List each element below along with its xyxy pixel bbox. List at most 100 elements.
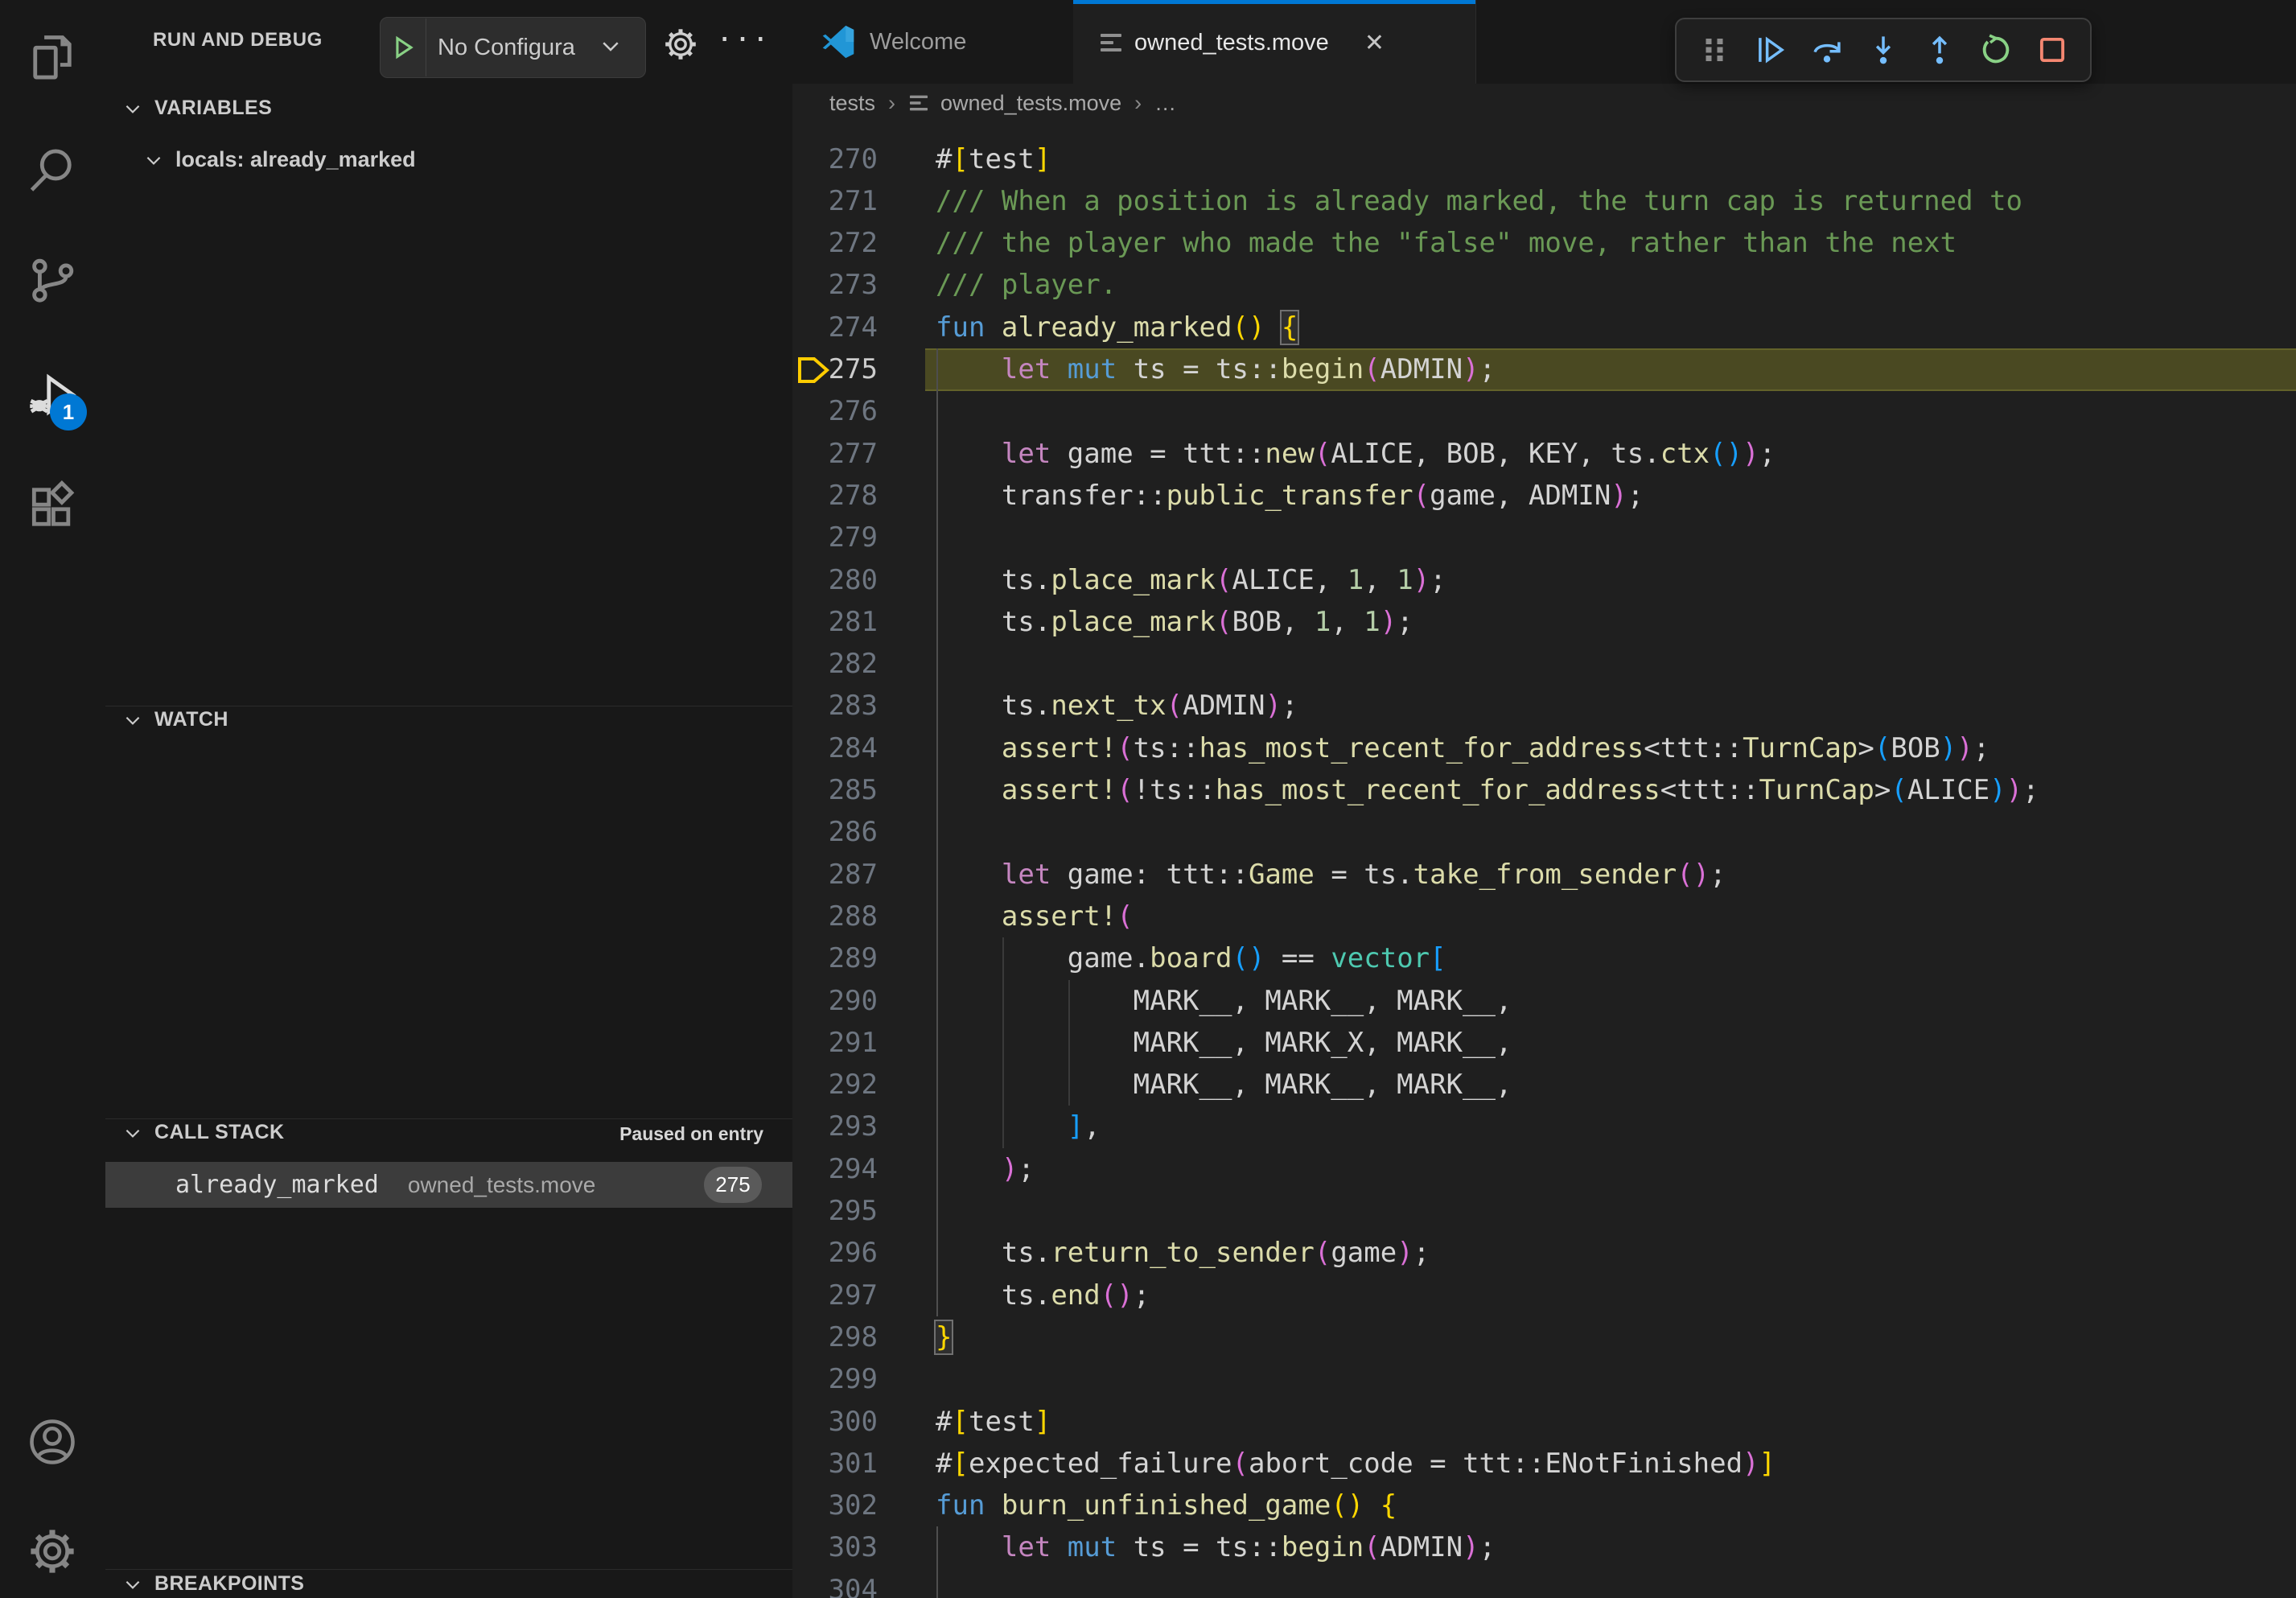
line-number[interactable]: 285 [792,769,891,811]
chevron-down-icon [122,710,143,731]
line-number[interactable]: 284 [792,727,891,769]
code-line: #[test] [936,138,1051,180]
variables-scope-locals[interactable]: locals: already_marked [143,147,416,172]
line-number[interactable]: 287 [792,854,891,896]
line-number[interactable]: 290 [792,980,891,1022]
line-number[interactable]: 297 [792,1275,891,1316]
line-number[interactable]: 303 [792,1526,891,1568]
settings-gear-icon[interactable] [25,1524,80,1579]
move-file-icon [910,96,928,111]
account-icon[interactable] [25,1415,80,1469]
code-line: MARK__, MARK__, MARK__, [936,980,1512,1022]
frame-file: owned_tests.move [408,1172,595,1198]
source-control-icon[interactable] [25,253,80,307]
step-out-icon[interactable] [1921,31,1958,68]
code-line: ts.next_tx(ADMIN); [936,685,1298,727]
code-line: transfer::public_transfer(game, ADMIN); [936,475,1644,517]
line-number[interactable]: 270 [792,138,891,180]
breadcrumb-folder[interactable]: tests [829,91,875,116]
search-icon[interactable] [25,143,80,198]
divider [105,1569,792,1570]
line-number[interactable]: 299 [792,1358,891,1400]
line-number[interactable]: 301 [792,1443,891,1485]
step-into-icon[interactable] [1865,31,1902,68]
line-number[interactable]: 298 [792,1316,891,1358]
close-icon[interactable]: ✕ [1364,29,1385,57]
line-number[interactable]: 289 [792,937,891,979]
line-number[interactable]: 304 [792,1569,891,1598]
line-number[interactable]: 286 [792,811,891,853]
line-number[interactable]: 279 [792,517,891,558]
frame-function: already_marked [175,1171,379,1199]
chevron-down-icon [122,1574,143,1595]
breadcrumb-file[interactable]: owned_tests.move [940,91,1121,116]
section-variables[interactable]: VARIABLES [122,97,272,120]
stop-icon[interactable] [2034,31,2071,68]
code-line: MARK__, MARK__, MARK__, [936,1064,1512,1106]
line-number[interactable]: 278 [792,475,891,517]
code-line: let mut ts = ts::begin(ADMIN); [936,1526,1496,1568]
more-actions-icon[interactable]: ··· [718,14,772,58]
divider [105,1118,792,1119]
line-number[interactable]: 273 [792,264,891,306]
debug-config-dropdown[interactable]: No Configura [380,17,646,78]
gripper-icon[interactable] [1696,31,1733,68]
line-number[interactable]: 295 [792,1190,891,1232]
section-label: BREAKPOINTS [154,1572,304,1596]
section-label: CALL STACK [154,1121,284,1144]
section-breakpoints[interactable]: BREAKPOINTS [122,1572,304,1596]
debug-config-label: No Configura [438,35,597,61]
line-number[interactable]: 274 [792,307,891,348]
line-number[interactable]: 283 [792,685,891,727]
breadcrumb-symbol[interactable]: … [1154,91,1176,116]
line-number[interactable]: 271 [792,180,891,222]
line-number[interactable]: 292 [792,1064,891,1106]
step-over-icon[interactable] [1808,31,1845,68]
extensions-icon[interactable] [25,480,80,534]
code-line: game.board() == vector[ [936,937,1446,979]
tab-label: Welcome [870,29,966,56]
code-line: let game = ttt::new(ALICE, BOB, KEY, ts.… [936,433,1775,475]
vscode-window: 1 RUN AND DEBUG [0,0,2296,1598]
code-line: ts.place_mark(BOB, 1, 1); [936,601,1413,643]
line-number[interactable]: 293 [792,1106,891,1147]
tab-welcome[interactable]: Welcome [792,0,1074,84]
line-number[interactable]: 276 [792,390,891,432]
line-number[interactable]: 282 [792,643,891,685]
line-number[interactable]: 277 [792,433,891,475]
code-line: /// player. [936,264,1117,306]
code-line: ts.end(); [936,1275,1150,1316]
code-line: ], [936,1106,1101,1147]
section-watch[interactable]: WATCH [122,708,228,731]
line-number[interactable]: 302 [792,1485,891,1526]
section-call-stack[interactable]: CALL STACK [122,1121,284,1144]
explorer-icon[interactable] [25,31,80,85]
tab-owned-tests[interactable]: owned_tests.move ✕ [1073,0,1476,85]
debug-session-badge: 1 [50,393,87,430]
line-number[interactable]: 272 [792,222,891,264]
code-line: } [936,1316,952,1358]
code-line: assert!( [936,896,1134,937]
code-line: #[expected_failure(abort_code = ttt::ENo… [936,1443,1775,1485]
code-line: ts.place_mark(ALICE, 1, 1); [936,559,1446,601]
line-number[interactable]: 280 [792,559,891,601]
line-number[interactable]: 291 [792,1022,891,1064]
line-number[interactable]: 300 [792,1401,891,1443]
scope-label: locals: already_marked [175,147,416,172]
continue-icon[interactable] [1752,31,1789,68]
line-number[interactable]: 296 [792,1232,891,1274]
line-number[interactable]: 294 [792,1148,891,1190]
start-debug-icon[interactable] [381,19,426,76]
gear-icon[interactable] [661,25,700,68]
chevron-right-icon: › [1134,91,1142,116]
code-line: ts.return_to_sender(game); [936,1232,1430,1274]
frame-line-badge: 275 [704,1167,762,1203]
call-stack-frame[interactable]: already_marked owned_tests.move 275 [105,1162,792,1208]
line-number[interactable]: 281 [792,601,891,643]
debug-step-marker-icon [797,355,831,385]
vscode-logo-icon [821,25,855,59]
restart-icon[interactable] [1977,31,2014,68]
line-number[interactable]: 288 [792,896,891,937]
panel-title: RUN AND DEBUG [153,29,323,51]
code-line: /// When a position is already marked, t… [936,180,2022,222]
